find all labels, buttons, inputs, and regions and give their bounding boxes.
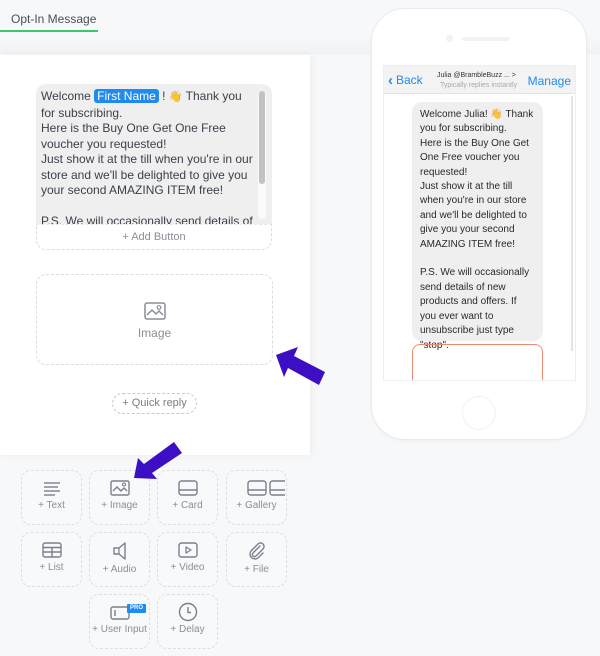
phone-camera [446, 35, 453, 42]
add-file-tile[interactable]: + File [226, 532, 287, 587]
add-list-label: + List [39, 562, 64, 573]
add-file-label: + File [244, 564, 269, 575]
video-icon [177, 542, 198, 558]
add-text-label: + Text [38, 500, 65, 511]
add-gallery-label: + Gallery [236, 500, 277, 511]
back-label: Back [396, 73, 423, 87]
audio-icon [112, 542, 126, 560]
message-editor-panel: Welcome First Name ! 👋 Thank you for sub… [0, 55, 310, 455]
contact-name[interactable]: Julia @BrambleBuzz ... > [437, 72, 516, 79]
paperclip-icon [248, 542, 265, 560]
image-upload-area[interactable]: Image [36, 274, 273, 365]
pro-badge: PRO [127, 604, 147, 613]
add-audio-label: + Audio [102, 564, 137, 575]
phone-speaker [462, 37, 510, 41]
message-scrollbar[interactable] [258, 91, 266, 219]
chevron-left-icon: ‹ [388, 72, 393, 89]
add-video-tile[interactable]: + Video [157, 532, 218, 587]
back-button[interactable]: ‹ Back [388, 72, 423, 89]
image-placeholder-label: Image [137, 326, 172, 340]
add-gallery-tile[interactable]: + Gallery [226, 470, 287, 525]
add-delay-tile[interactable]: + Delay [157, 594, 218, 649]
message-exclaim: ! [158, 89, 169, 103]
tab-opt-in-message[interactable]: Opt-In Message [0, 8, 98, 32]
manage-button[interactable]: Manage [528, 74, 571, 88]
add-list-tile[interactable]: + List [21, 532, 82, 587]
messenger-nav-bar: ‹ Back Julia @BrambleBuzz ... > Typically… [384, 66, 575, 94]
chat-message-bubble: Welcome Julia! 👋 Thank you for subscribi… [412, 102, 543, 351]
add-user-input-tile[interactable]: PRO + User Input [89, 594, 150, 649]
add-card-label: + Card [172, 500, 203, 511]
contact-status: Typically replies instantly [440, 82, 518, 89]
image-icon [143, 302, 166, 320]
phone-screen: ‹ Back Julia @BrambleBuzz ... > Typically… [383, 65, 576, 381]
phone-preview: ‹ Back Julia @BrambleBuzz ... > Typically… [371, 8, 587, 440]
add-image-label: + Image [101, 500, 138, 511]
quick-reply-button[interactable]: + Quick reply [112, 393, 197, 414]
annotation-arrow-image-tile [134, 442, 182, 479]
message-prefix: Welcome [41, 89, 95, 103]
clock-icon [178, 602, 197, 622]
chat-image-placeholder [412, 344, 543, 380]
add-delay-label: + Delay [170, 624, 205, 635]
gallery-icon [247, 480, 285, 496]
phone-home-button [462, 396, 496, 430]
list-icon [41, 542, 62, 558]
card-icon [177, 480, 198, 496]
add-audio-tile[interactable]: + Audio [89, 532, 150, 587]
add-user-input-label: + User Input [92, 624, 147, 635]
scrollbar-thumb[interactable] [259, 91, 265, 184]
message-body: Thank you for subscribing. Here is the B… [41, 89, 253, 224]
add-button-button[interactable]: + Add Button [36, 224, 272, 250]
phone-scrollbar[interactable] [571, 96, 573, 351]
add-video-label: + Video [170, 562, 205, 573]
waving-hand-emoji: 👋 [168, 91, 183, 103]
add-text-tile[interactable]: + Text [21, 470, 82, 525]
text-icon [43, 482, 60, 496]
annotation-arrow-image-area [276, 347, 325, 385]
message-text: Welcome First Name ! 👋 Thank you for sub… [41, 89, 255, 224]
image-icon [109, 480, 130, 496]
first-name-variable-chip[interactable]: First Name [94, 89, 159, 103]
message-text-input[interactable]: Welcome First Name ! 👋 Thank you for sub… [36, 84, 272, 224]
